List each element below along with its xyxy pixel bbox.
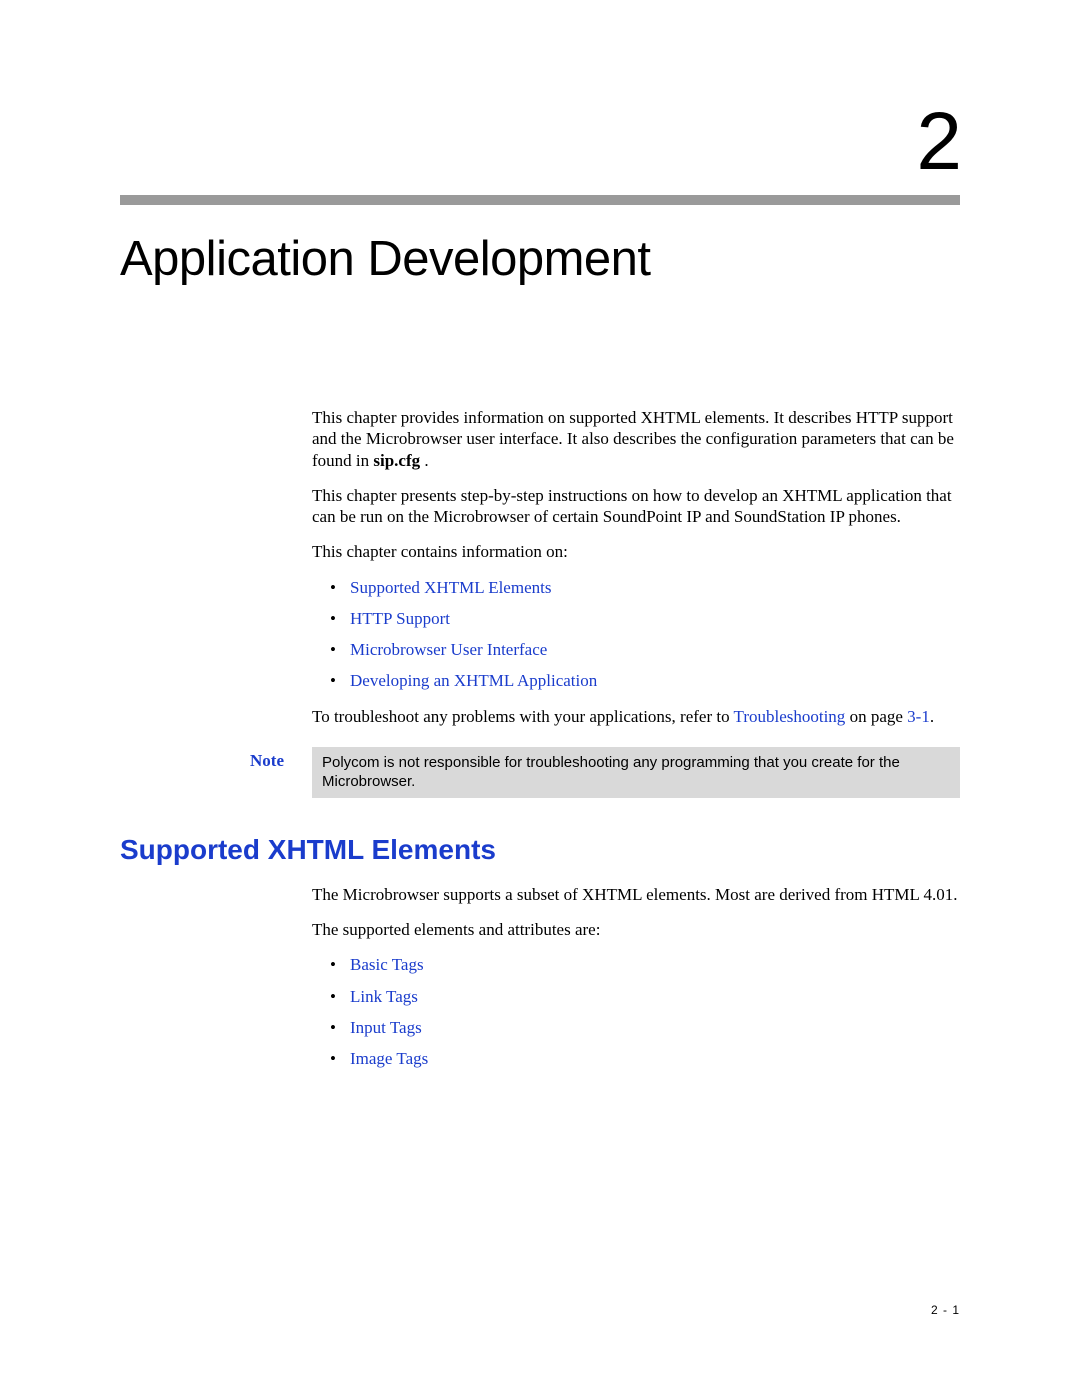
intro-paragraph-2: This chapter presents step-by-step instr… [312,485,960,528]
note-text: Polycom is not responsible for troublesh… [312,747,960,798]
intro-paragraph-4: To troubleshoot any problems with your a… [312,706,960,727]
section-heading-supported-xhtml: Supported XHTML Elements [120,834,960,866]
text: on page [845,707,907,726]
list-item: Input Tags [330,1017,960,1038]
chapter-number: 2 [120,95,960,189]
section-paragraph-2: The supported elements and attributes ar… [312,919,960,940]
link-input-tags[interactable]: Input Tags [350,1018,422,1037]
list-item: Image Tags [330,1048,960,1069]
divider-bar [120,195,960,205]
list-item: Supported XHTML Elements [330,577,960,598]
link-link-tags[interactable]: Link Tags [350,987,418,1006]
list-item: Microbrowser User Interface [330,639,960,660]
intro-paragraph-1: This chapter provides information on sup… [312,407,960,471]
list-item: Link Tags [330,986,960,1007]
list-item: Developing an XHTML Application [330,670,960,691]
link-http-support[interactable]: HTTP Support [350,609,450,628]
note-label: Note [120,747,312,771]
list-item: Basic Tags [330,954,960,975]
text: . [930,707,934,726]
link-basic-tags[interactable]: Basic Tags [350,955,424,974]
link-image-tags[interactable]: Image Tags [350,1049,428,1068]
section-bullet-list: Basic Tags Link Tags Input Tags Image Ta… [330,954,960,1069]
text: To troubleshoot any problems with your a… [312,707,734,726]
link-troubleshooting-page[interactable]: 3-1 [907,707,930,726]
config-file-name: sip.cfg [373,451,420,470]
page-number: 2 - 1 [931,1303,960,1317]
note-block: Note Polycom is not responsible for trou… [120,747,960,798]
section-paragraph-1: The Microbrowser supports a subset of XH… [312,884,960,905]
link-troubleshooting[interactable]: Troubleshooting [734,707,846,726]
link-microbrowser-ui[interactable]: Microbrowser User Interface [350,640,547,659]
link-supported-xhtml[interactable]: Supported XHTML Elements [350,578,551,597]
text: . [420,451,429,470]
list-item: HTTP Support [330,608,960,629]
link-developing-xhtml[interactable]: Developing an XHTML Application [350,671,597,690]
intro-paragraph-3: This chapter contains information on: [312,541,960,562]
intro-bullet-list: Supported XHTML Elements HTTP Support Mi… [330,577,960,692]
chapter-title: Application Development [120,231,960,287]
